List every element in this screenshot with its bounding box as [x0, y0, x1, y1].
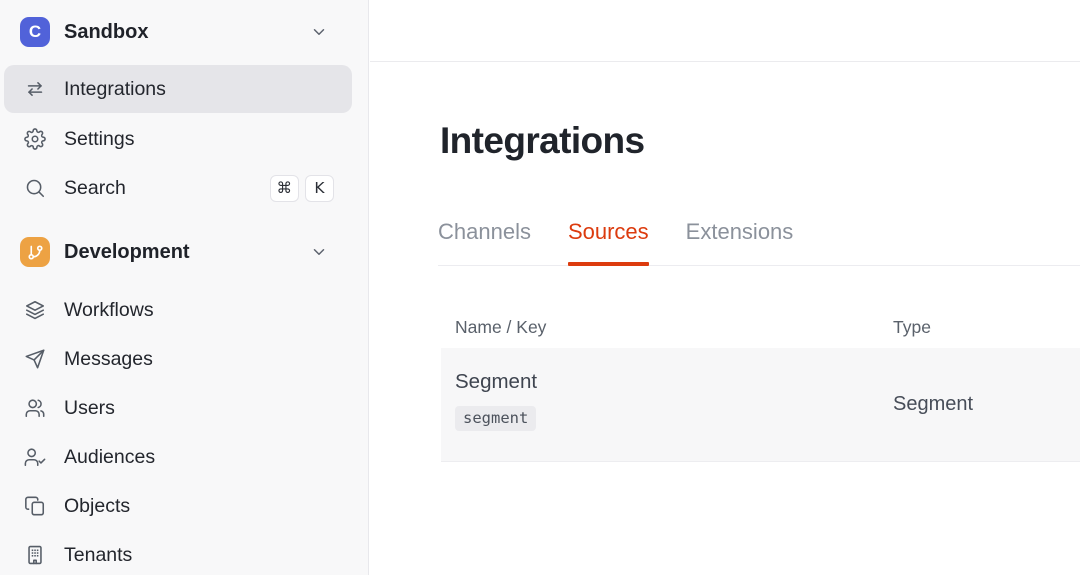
sidebar-item-settings[interactable]: Settings: [4, 117, 352, 161]
search-icon: [24, 177, 46, 199]
building-icon: [24, 544, 46, 566]
page-title: Integrations: [440, 120, 645, 161]
tab-extensions[interactable]: Extensions: [686, 218, 794, 265]
keycap-k: K: [305, 174, 334, 202]
sidebar-item-label: Workflows: [64, 298, 154, 321]
chevron-down-icon: [310, 243, 328, 261]
sidebar-item-integrations[interactable]: Integrations: [4, 65, 352, 113]
sidebar-item-label: Settings: [64, 127, 135, 150]
sidebar: C Sandbox Integrations Settings Search ⌘…: [0, 0, 369, 575]
workspace-name: Sandbox: [64, 20, 149, 43]
sidebar-item-label: Messages: [64, 347, 153, 370]
copy-icon: [24, 495, 46, 517]
logo-initial: C: [28, 22, 42, 41]
tab-bar: Channels Sources Extensions: [438, 218, 1080, 266]
column-header-name-key: Name / Key: [455, 317, 547, 337]
table-row[interactable]: Segment segment Segment: [441, 348, 1080, 462]
sidebar-item-label: Integrations: [64, 77, 166, 100]
sidebar-section-development[interactable]: Development: [4, 230, 352, 274]
tab-sources[interactable]: Sources: [567, 218, 649, 266]
section-name: Development: [64, 240, 190, 263]
courier-logo: C: [20, 17, 50, 47]
integration-key-badge: segment: [455, 406, 537, 431]
tab-channels[interactable]: Channels: [438, 218, 531, 265]
main-content: Integrations Channels Sources Extensions…: [370, 0, 1080, 575]
top-bar: [370, 0, 1080, 62]
sidebar-item-label: Users: [64, 396, 115, 419]
app-window: C Sandbox Integrations Settings Search ⌘…: [0, 0, 1080, 575]
user-check-icon: [24, 446, 46, 468]
workspace-switcher[interactable]: C Sandbox: [4, 10, 352, 54]
sidebar-item-label: Tenants: [64, 543, 133, 566]
integration-type: Segment: [893, 393, 974, 415]
gear-icon: [24, 128, 46, 150]
sidebar-item-workflows[interactable]: Workflows: [4, 288, 352, 332]
users-icon: [24, 397, 46, 419]
sidebar-item-users[interactable]: Users: [4, 386, 352, 430]
sidebar-item-audiences[interactable]: Audiences: [4, 435, 352, 479]
sidebar-item-messages[interactable]: Messages: [4, 337, 352, 381]
chevron-down-icon: [310, 23, 328, 41]
sidebar-item-label: Objects: [64, 494, 131, 517]
sidebar-item-label: Search: [64, 176, 126, 199]
sidebar-item-objects[interactable]: Objects: [4, 484, 352, 528]
column-header-type: Type: [893, 317, 931, 337]
sidebar-item-search[interactable]: Search ⌘ K: [4, 166, 352, 210]
layers-icon: [24, 299, 46, 321]
git-branch-icon: [20, 237, 50, 267]
sidebar-item-label: Audiences: [64, 445, 156, 468]
search-shortcut: ⌘ K: [269, 174, 334, 202]
keycap-cmd: ⌘: [269, 174, 299, 202]
sidebar-item-tenants[interactable]: Tenants: [4, 533, 352, 575]
integration-name: Segment: [455, 370, 538, 393]
swap-horizontal-icon: [24, 78, 46, 100]
paper-plane-icon: [24, 348, 46, 370]
